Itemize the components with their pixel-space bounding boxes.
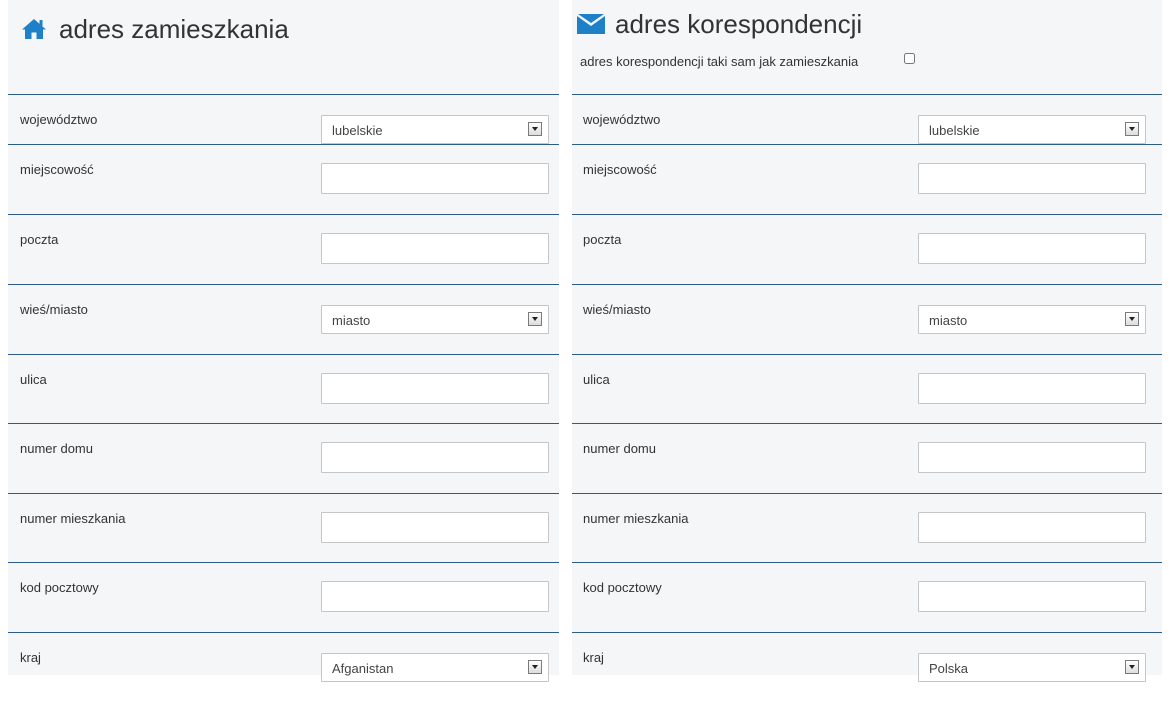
field-row-ulica: ulica <box>572 354 1162 424</box>
select-value: miasto <box>929 313 968 328</box>
field-label: wieś/miasto <box>20 302 88 317</box>
wies-miasto-select[interactable]: miasto <box>321 305 549 334</box>
select-value: lubelskie <box>929 123 980 138</box>
field-row-wies-miasto: wieś/miasto miasto <box>572 284 1162 354</box>
residence-address-header: adres zamieszkania <box>8 0 559 94</box>
field-row-miejscowosc: miejscowość <box>572 144 1162 214</box>
field-label: numer mieszkania <box>20 511 126 526</box>
poczta-input[interactable] <box>918 233 1146 264</box>
poczta-input[interactable] <box>321 233 549 264</box>
select-value: Polska <box>929 661 969 676</box>
field-row-poczta: poczta <box>572 214 1162 284</box>
field-row-miejscowosc: miejscowość <box>8 144 559 214</box>
home-icon <box>20 16 50 42</box>
field-label: ulica <box>20 372 47 387</box>
field-label: miejscowość <box>583 162 657 177</box>
correspondence-address-title-text: adres korespondencji <box>615 8 863 39</box>
residence-address-title: adres zamieszkania <box>20 12 289 46</box>
wojewodztwo-select[interactable]: lubelskie <box>321 115 549 144</box>
field-label: poczta <box>583 232 622 247</box>
residence-address-title-text: adres zamieszkania <box>59 13 289 44</box>
field-label: ulica <box>583 372 610 387</box>
chevron-down-icon[interactable] <box>1125 312 1139 326</box>
numer-domu-input[interactable] <box>321 442 549 473</box>
kraj-select[interactable]: Afganistan <box>321 653 549 682</box>
chevron-down-icon[interactable] <box>1125 660 1139 674</box>
field-label: miejscowość <box>20 162 94 177</box>
field-row-kod-pocztowy: kod pocztowy <box>572 562 1162 632</box>
ulica-input[interactable] <box>321 373 549 404</box>
field-row-numer-domu: numer domu <box>8 423 559 493</box>
field-row-kraj: kraj Polska <box>572 632 1162 702</box>
residence-address-panel: adres zamieszkania województwo lubelskie… <box>8 0 559 682</box>
kod-pocztowy-input[interactable] <box>918 581 1146 612</box>
field-label: numer domu <box>583 441 656 456</box>
field-row-kraj: kraj Afganistan <box>8 632 559 702</box>
wies-miasto-select[interactable]: miasto <box>918 305 1146 334</box>
field-row-numer-mieszkania: numer mieszkania <box>572 493 1162 563</box>
field-label: poczta <box>20 232 59 247</box>
field-label: kraj <box>20 650 41 665</box>
field-row-poczta: poczta <box>8 214 559 284</box>
field-row-kod-pocztowy: kod pocztowy <box>8 562 559 632</box>
select-value: lubelskie <box>332 123 383 138</box>
field-label: numer mieszkania <box>583 511 689 526</box>
numer-mieszkania-input[interactable] <box>918 512 1146 543</box>
numer-domu-input[interactable] <box>918 442 1146 473</box>
field-row-numer-domu: numer domu <box>572 423 1162 493</box>
chevron-down-icon[interactable] <box>1125 122 1139 136</box>
miejscowosc-input[interactable] <box>918 163 1146 194</box>
correspondence-address-title: adres korespondencji <box>576 7 862 41</box>
correspondence-address-header: adres korespondencji adres korespondencj… <box>572 0 1162 94</box>
field-label: kraj <box>583 650 604 665</box>
field-row-numer-mieszkania: numer mieszkania <box>8 493 559 563</box>
same-as-residence-checkbox[interactable] <box>904 53 915 64</box>
envelope-icon <box>576 11 606 37</box>
same-as-residence-label: adres korespondencji taki sam jak zamies… <box>580 54 859 69</box>
chevron-down-icon[interactable] <box>528 312 542 326</box>
numer-mieszkania-input[interactable] <box>321 512 549 543</box>
field-label: kod pocztowy <box>20 580 99 595</box>
chevron-down-icon[interactable] <box>528 122 542 136</box>
field-row-wies-miasto: wieś/miasto miasto <box>8 284 559 354</box>
select-value: Afganistan <box>332 661 394 676</box>
field-row-ulica: ulica <box>8 354 559 424</box>
field-label: wieś/miasto <box>583 302 651 317</box>
miejscowosc-input[interactable] <box>321 163 549 194</box>
chevron-down-icon[interactable] <box>528 660 542 674</box>
correspondence-address-panel: adres korespondencji adres korespondencj… <box>572 0 1162 682</box>
address-form: adres zamieszkania województwo lubelskie… <box>0 0 1171 682</box>
wojewodztwo-select[interactable]: lubelskie <box>918 115 1146 144</box>
ulica-input[interactable] <box>918 373 1146 404</box>
field-label: numer domu <box>20 441 93 456</box>
kraj-select[interactable]: Polska <box>918 653 1146 682</box>
field-label: województwo <box>20 112 98 127</box>
select-value: miasto <box>332 313 371 328</box>
field-label: kod pocztowy <box>583 580 662 595</box>
kod-pocztowy-input[interactable] <box>321 581 549 612</box>
field-label: województwo <box>583 112 661 127</box>
